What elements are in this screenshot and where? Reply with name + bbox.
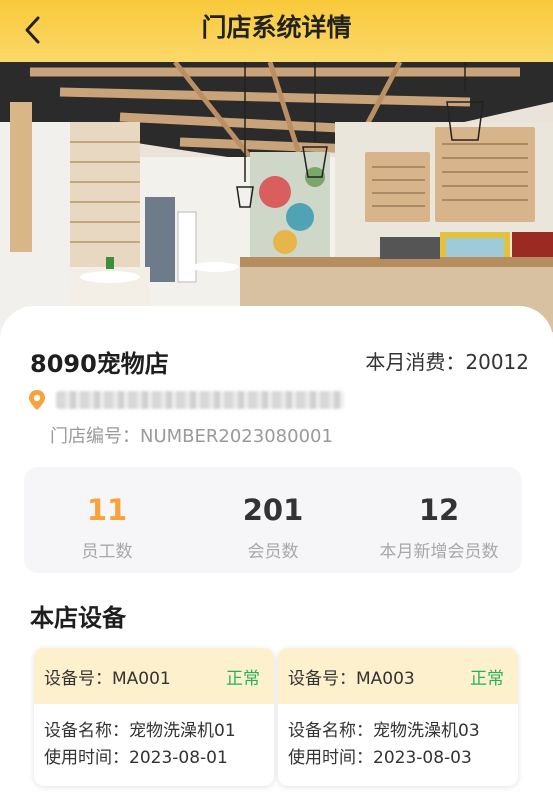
- device-name-value: 宠物洗澡机03: [373, 721, 480, 741]
- store-number-value: NUMBER2023080001: [140, 426, 333, 447]
- device-card[interactable]: 设备号：MA001 正常 设备名称：宠物洗澡机01 使用时间：2023-08-0…: [34, 648, 274, 786]
- device-card-body: 设备名称：宠物洗澡机03 使用时间：2023-08-03: [278, 704, 518, 772]
- devices-section-title: 本店设备: [30, 604, 126, 632]
- stat-employees: 11 员工数: [24, 467, 190, 573]
- device-id-value: MA001: [112, 668, 171, 689]
- device-card-body: 设备名称：宠物洗澡机01 使用时间：2023-08-01: [34, 704, 274, 772]
- device-card-header: 设备号：MA003 正常: [278, 648, 518, 704]
- device-id-value: MA003: [356, 668, 415, 689]
- stat-new-members: 12 本月新增会员数: [356, 467, 522, 573]
- device-status: 正常: [470, 668, 504, 689]
- stat-members: 201 会员数: [190, 467, 356, 573]
- device-id-label: 设备号：: [288, 668, 356, 689]
- monthly-consume-label: 本月消费：: [365, 350, 466, 374]
- device-name-label: 设备名称：: [288, 721, 373, 741]
- stat-label: 员工数: [81, 542, 133, 562]
- monthly-consume: 本月消费：20012: [365, 346, 529, 375]
- device-name: 设备名称：宠物洗澡机01: [44, 718, 264, 745]
- device-id: 设备号：MA003: [288, 664, 415, 689]
- stat-value: 11: [86, 493, 128, 527]
- device-card-header: 设备号：MA001 正常: [34, 648, 274, 704]
- stat-value: 12: [418, 493, 460, 527]
- location-pin-icon: [27, 389, 47, 411]
- store-photo: [0, 62, 553, 332]
- device-time: 使用时间：2023-08-01: [44, 745, 264, 772]
- stats-panel: 11 员工数 201 会员数 12 本月新增会员数: [24, 467, 522, 573]
- stat-label: 本月新增会员数: [379, 542, 499, 562]
- stat-label: 会员数: [247, 542, 299, 562]
- device-time-value: 2023-08-01: [129, 748, 228, 768]
- device-card[interactable]: 设备号：MA003 正常 设备名称：宠物洗澡机03 使用时间：2023-08-0…: [278, 648, 518, 786]
- device-name-value: 宠物洗澡机01: [129, 721, 236, 741]
- device-name: 设备名称：宠物洗澡机03: [288, 718, 508, 745]
- device-status: 正常: [226, 668, 260, 689]
- device-time-value: 2023-08-03: [373, 748, 472, 768]
- top-nav-bar: 门店系统详情: [0, 0, 553, 62]
- store-address: ■■■■■■■■■■■■■■■■■■■■: [56, 391, 344, 409]
- store-number: 门店编号：NUMBER2023080001: [50, 422, 333, 448]
- store-number-label: 门店编号：: [50, 426, 140, 447]
- device-id: 设备号：MA001: [44, 664, 171, 689]
- monthly-consume-value: 20012: [465, 350, 529, 374]
- device-name-label: 设备名称：: [44, 721, 129, 741]
- device-time: 使用时间：2023-08-03: [288, 745, 508, 772]
- stat-value: 201: [242, 493, 304, 527]
- device-time-label: 使用时间：: [44, 748, 129, 768]
- page-title: 门店系统详情: [201, 13, 352, 42]
- device-time-label: 使用时间：: [288, 748, 373, 768]
- device-id-label: 设备号：: [44, 668, 112, 689]
- store-name: 8090宠物店: [30, 350, 169, 378]
